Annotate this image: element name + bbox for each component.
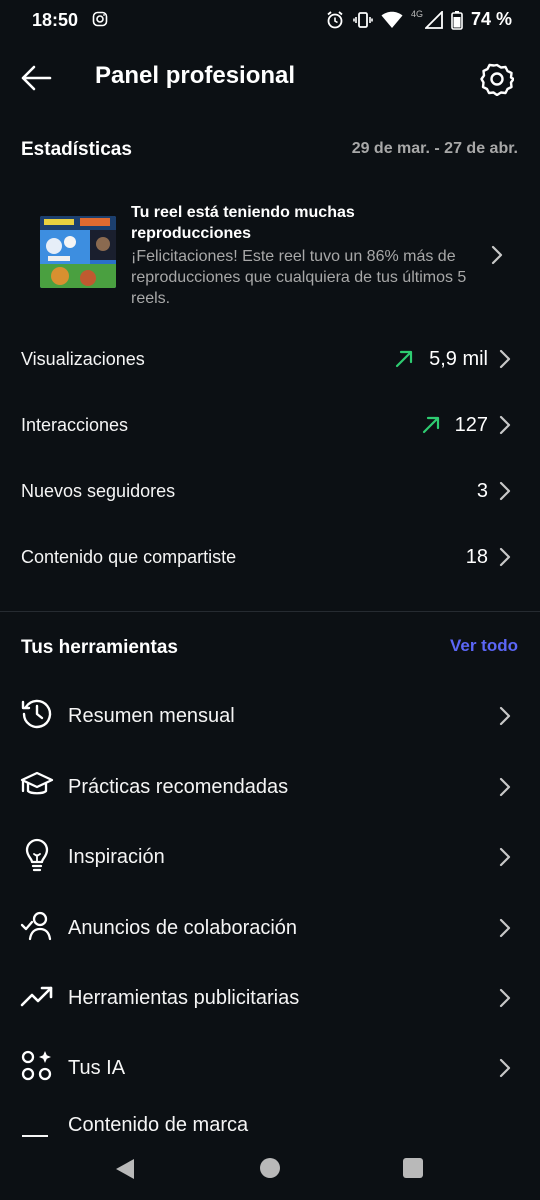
- person-check-icon: [20, 909, 54, 943]
- trending-up-arrow-icon: [395, 350, 413, 368]
- stat-label: Interacciones: [21, 415, 129, 435]
- chevron-right-icon: [498, 1057, 512, 1079]
- battery-icon: [451, 10, 463, 30]
- tool-row-anuncios-colaboracion[interactable]: Anuncios de colaboración: [0, 893, 540, 963]
- chevron-right-icon: [498, 917, 512, 939]
- section-divider: [0, 611, 540, 612]
- alarm-icon: [325, 10, 345, 30]
- tool-label: Prácticas recomendadas: [68, 776, 289, 798]
- system-navigation-bar: [0, 1138, 540, 1200]
- chevron-right-icon: [498, 414, 512, 436]
- gear-icon[interactable]: [480, 62, 514, 96]
- stat-value: 127: [454, 414, 488, 436]
- chevron-right-icon: [498, 705, 512, 727]
- wifi-icon: [381, 11, 403, 29]
- nav-home-icon[interactable]: [260, 1158, 280, 1178]
- signal-icon: [424, 10, 443, 29]
- tool-row-resumen-mensual[interactable]: Resumen mensual: [0, 681, 540, 751]
- stat-row-interacciones[interactable]: Interacciones 127: [0, 392, 540, 458]
- tool-row-practicas-recomendadas[interactable]: Prácticas recomendadas: [0, 752, 540, 822]
- stat-label: Contenido que compartiste: [21, 547, 237, 567]
- chevron-right-icon: [498, 480, 512, 502]
- stat-row-visualizaciones[interactable]: Visualizaciones 5,9 mil: [0, 326, 540, 392]
- tool-label: Resumen mensual: [68, 705, 235, 727]
- tool-label: Anuncios de colaboración: [68, 917, 298, 939]
- tool-row-herramientas-publicitarias[interactable]: Herramientas publicitarias: [0, 963, 540, 1033]
- tool-label: Inspiración: [68, 846, 165, 868]
- chevron-right-icon: [498, 987, 512, 1009]
- status-time: 18:50: [32, 10, 79, 30]
- trending-up-icon: [20, 979, 54, 1013]
- chevron-right-icon: [498, 348, 512, 370]
- battery-percent: 74 %: [470, 9, 512, 29]
- lightbulb-icon: [20, 838, 54, 872]
- instagram-icon: [92, 11, 108, 27]
- vibrate-icon: [353, 10, 373, 30]
- status-bar: 18:50 4G 74 %: [0, 0, 540, 40]
- network-type: 4G: [410, 8, 423, 19]
- nav-recents-icon[interactable]: [403, 1158, 423, 1178]
- stat-label: Nuevos seguidores: [21, 481, 176, 501]
- chevron-right-icon: [498, 776, 512, 798]
- see-all-link[interactable]: Ver todo: [450, 636, 518, 656]
- tools-section-title: Tus herramientas: [21, 637, 178, 658]
- stat-label: Visualizaciones: [21, 349, 145, 369]
- arrow-left-icon[interactable]: [20, 64, 52, 92]
- trending-up-arrow-icon: [422, 416, 440, 434]
- banner-text: ¡Felicitaciones! Este reel tuvo un 86% m…: [131, 248, 467, 307]
- date-range[interactable]: 29 de mar. - 27 de abr.: [352, 140, 518, 158]
- stat-value: 3: [476, 480, 488, 502]
- tool-label: Contenido de marca: [68, 1114, 249, 1136]
- tool-row-contenido-de-marca[interactable]: Contenido de marca: [0, 1110, 540, 1140]
- chevron-right-icon: [498, 846, 512, 868]
- ai-sparkle-icon: [20, 1049, 54, 1083]
- stats-section-title: Estadísticas: [21, 139, 132, 160]
- stat-value: 18: [465, 546, 488, 568]
- page-title: Panel profesional: [95, 62, 296, 89]
- chevron-right-icon: [490, 244, 504, 266]
- history-icon: [20, 697, 54, 731]
- header: Panel profesional: [0, 52, 540, 104]
- stat-row-contenido-compartido[interactable]: Contenido que compartiste 18: [0, 524, 540, 590]
- stat-value: 5,9 mil: [429, 348, 488, 370]
- nav-back-icon[interactable]: [114, 1158, 136, 1180]
- stat-row-nuevos-seguidores[interactable]: Nuevos seguidores 3: [0, 458, 540, 524]
- reel-thumbnail: [40, 216, 116, 288]
- tool-label: Tus IA: [68, 1057, 126, 1079]
- branded-content-icon: [22, 1135, 48, 1137]
- chevron-right-icon: [498, 546, 512, 568]
- tool-row-tus-ia[interactable]: Tus IA: [0, 1033, 540, 1103]
- tool-row-inspiracion[interactable]: Inspiración: [0, 822, 540, 892]
- banner-title: Tu reel está teniendo muchas reproduccio…: [131, 204, 355, 242]
- reel-highlight-banner[interactable]: Tu reel está teniendo muchas reproduccio…: [0, 196, 540, 316]
- graduation-cap-icon: [20, 768, 54, 802]
- tool-label: Herramientas publicitarias: [68, 987, 300, 1009]
